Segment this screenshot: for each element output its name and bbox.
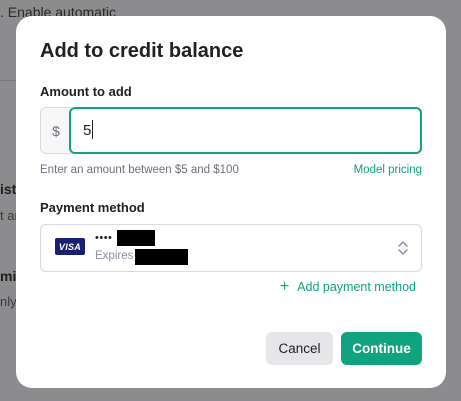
dialog-title: Add to credit balance: [40, 40, 244, 62]
visa-card-icon: VISA: [55, 238, 85, 255]
continue-button[interactable]: Continue: [341, 332, 422, 365]
add-payment-method-button[interactable]: + Add payment method: [279, 278, 416, 295]
amount-input[interactable]: [69, 107, 422, 154]
redaction-bar: [117, 230, 155, 246]
amount-label: Amount to add: [40, 84, 132, 99]
currency-prefix: $: [40, 107, 71, 154]
credit-balance-dialog: Add to credit balance Amount to add $ En…: [16, 16, 446, 388]
add-payment-method-label: Add payment method: [297, 280, 416, 294]
model-pricing-link[interactable]: Model pricing: [354, 164, 422, 176]
chevron-updown-icon: [398, 241, 408, 255]
payment-method-select[interactable]: VISA •••• Expires: [40, 224, 422, 272]
amount-field-group: $: [40, 107, 422, 154]
card-number-masked: ••••: [95, 232, 113, 244]
redaction-bar: [135, 249, 188, 265]
cancel-button[interactable]: Cancel: [266, 332, 333, 365]
card-expires-label: Expires: [95, 250, 134, 262]
background-heading: mi: [0, 268, 17, 284]
payment-method-label: Payment method: [40, 200, 145, 215]
text-caret: [92, 120, 93, 139]
plus-icon: +: [279, 278, 290, 295]
amount-hint: Enter an amount between $5 and $100: [40, 164, 239, 176]
background-text: nly: [0, 294, 17, 309]
background-heading: ist: [0, 181, 17, 197]
